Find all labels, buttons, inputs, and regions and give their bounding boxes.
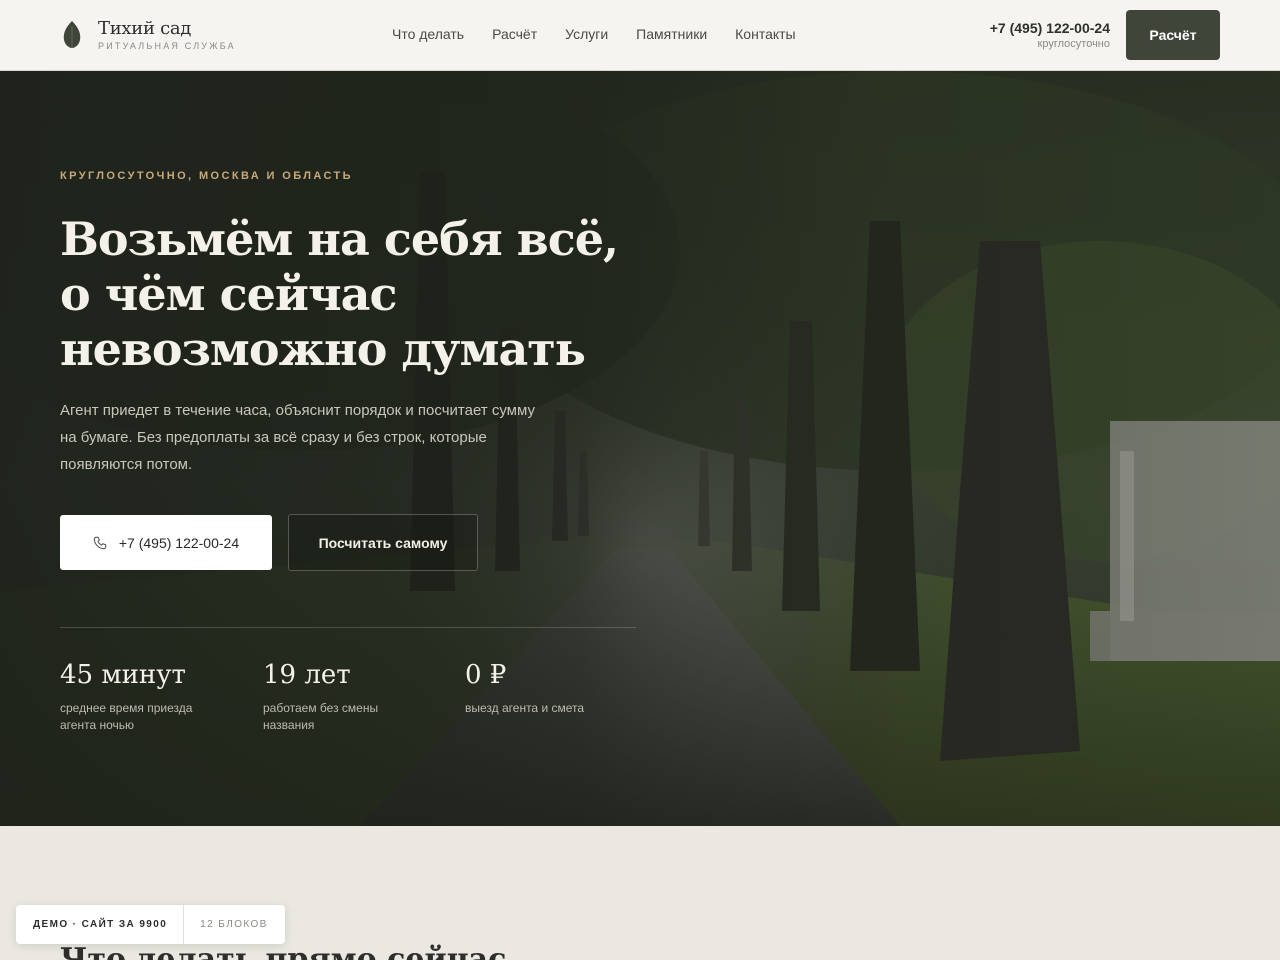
hero-title-line: Возьмём на себя всё, (60, 212, 619, 266)
hero-divider (60, 627, 636, 628)
demo-badge[interactable]: ДЕМО · САЙТ ЗА 9900 12 БЛОКОВ (16, 905, 285, 944)
stat-label: выезд агента и смета (465, 700, 655, 717)
stat-label-line: названия (263, 718, 315, 732)
main-nav: Что делать Расчёт Услуги Памятники Конта… (392, 26, 824, 42)
leaf-icon (63, 20, 81, 49)
hero-title-line: невозможно думать (60, 322, 586, 376)
logo[interactable]: Тихий сад РИТУАЛЬНАЯ СЛУЖБА (62, 18, 236, 51)
call-button-label: +7 (495) 122-00-24 (118, 534, 240, 551)
nav-item-services[interactable]: Услуги (565, 26, 608, 42)
hero-section: КРУГЛОСУТОЧНО, МОСКВА И ОБЛАСТЬ Возьмём … (0, 71, 1280, 826)
hero-lead-line: на бумаге. Без предоплаты за всё сразу и… (60, 429, 487, 446)
demo-badge-count: 12 БЛОКОВ (200, 919, 268, 930)
stat-value: 19 лет (263, 660, 351, 690)
stat-arrival-time: 45 минут среднее время приезда агента но… (60, 660, 250, 734)
logo-subtitle: РИТУАЛЬНАЯ СЛУЖБА (98, 41, 236, 51)
demo-badge-label: ДЕМО · САЙТ ЗА 9900 (16, 905, 185, 944)
hero-lead-line: появляются потом. (60, 456, 193, 473)
header-calc-button[interactable]: Расчёт (1126, 10, 1220, 60)
stat-label-line: работаем без смены (263, 701, 379, 715)
hero-title: Возьмём на себя всё, о чём сейчас невозм… (60, 212, 680, 377)
site-header: Тихий сад РИТУАЛЬНАЯ СЛУЖБА Что делать Р… (0, 0, 1280, 71)
call-button[interactable]: +7 (495) 122-00-24 (60, 515, 272, 570)
header-phone-note: круглосуточно (1037, 38, 1110, 50)
nav-item-contacts[interactable]: Контакты (735, 26, 795, 42)
stat-years: 19 лет работаем без смены названия (263, 660, 453, 734)
nav-item-calculation[interactable]: Расчёт (492, 26, 537, 42)
hero-title-line: о чём сейчас (60, 267, 397, 321)
hero-lead-line: Агент приедет в течение часа, объяснит п… (60, 402, 535, 419)
nav-item-monuments[interactable]: Памятники (636, 26, 707, 42)
hero-eyebrow: КРУГЛОСУТОЧНО, МОСКВА И ОБЛАСТЬ (60, 170, 353, 182)
stat-label-line: среднее время приезда (60, 701, 193, 715)
phone-icon (93, 536, 107, 549)
hero-lead: Агент приедет в течение часа, объяснит п… (60, 397, 580, 478)
section-title: Что делать прямо сейчас (60, 942, 507, 960)
stat-label: работаем без смены названия (263, 700, 453, 734)
stat-free-visit: 0 ₽ выезд агента и смета (465, 660, 655, 717)
stat-label-line: агента ночью (60, 718, 134, 732)
nav-item-what-to-do[interactable]: Что делать (392, 26, 464, 42)
header-phone-link[interactable]: +7 (495) 122-00-24 (990, 19, 1110, 37)
stat-value: 45 минут (60, 660, 186, 690)
calculate-yourself-button[interactable]: Посчитать самому (288, 514, 478, 571)
stat-value: 0 ₽ (465, 660, 507, 690)
stat-label-line: выезд агента и смета (465, 701, 585, 715)
stat-label: среднее время приезда агента ночью (60, 700, 250, 734)
header-phone-block: +7 (495) 122-00-24 круглосуточно (990, 19, 1110, 51)
logo-name: Тихий сад (98, 18, 192, 39)
